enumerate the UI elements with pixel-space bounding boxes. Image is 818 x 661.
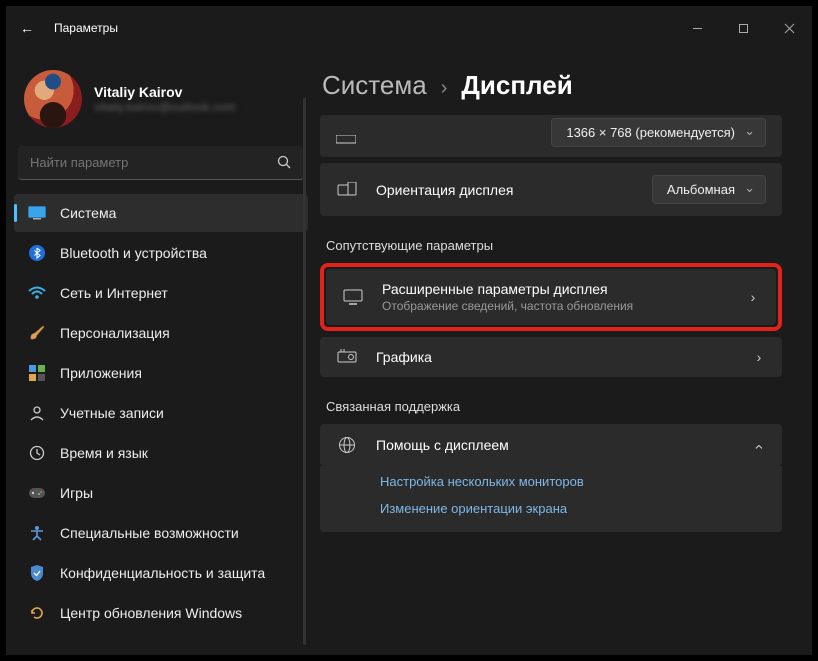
sidebar-item-accounts[interactable]: Учетные записи — [14, 394, 308, 432]
sidebar-item-label: Персонализация — [60, 325, 170, 341]
search-input[interactable] — [30, 155, 277, 170]
clock-icon — [28, 444, 46, 462]
user-profile[interactable]: Vitaliy Kairov vitaliy.kairov@outlook.co… — [14, 60, 308, 146]
close-button[interactable] — [766, 6, 812, 50]
sidebar-item-label: Приложения — [60, 365, 142, 381]
avatar — [24, 70, 82, 128]
section-support: Связанная поддержка — [326, 399, 782, 414]
orientation-card[interactable]: Ориентация дисплея Альбомная — [320, 163, 782, 216]
monitor-icon — [342, 289, 364, 305]
nav-list: Система Bluetooth и устройства Сеть и Ин… — [14, 194, 308, 632]
section-related: Сопутствующие параметры — [326, 238, 782, 253]
sidebar: Vitaliy Kairov vitaliy.kairov@outlook.co… — [6, 50, 316, 655]
chevron-up-icon: › — [750, 440, 768, 454]
person-icon — [28, 404, 46, 422]
search-icon — [277, 155, 292, 170]
breadcrumb-current: Дисплей — [461, 70, 572, 101]
minimize-icon — [692, 23, 703, 34]
sidebar-item-label: Учетные записи — [60, 405, 164, 421]
maximize-button[interactable] — [720, 6, 766, 50]
brush-icon — [28, 324, 46, 342]
sidebar-item-label: Сеть и Интернет — [60, 285, 168, 301]
chevron-right-icon: › — [746, 289, 760, 305]
sidebar-item-label: Система — [60, 205, 116, 221]
sidebar-scrollbar[interactable] — [303, 98, 306, 645]
system-icon — [28, 204, 46, 222]
breadcrumb: Система › Дисплей — [322, 70, 782, 101]
back-button[interactable]: ← — [20, 20, 40, 36]
graphics-card[interactable]: Графика › — [320, 337, 782, 377]
sidebar-item-network[interactable]: Сеть и Интернет — [14, 274, 308, 312]
maximize-icon — [738, 23, 749, 34]
help-display-card[interactable]: Помощь с дисплеем › — [320, 424, 782, 466]
help-link-multimonitor[interactable]: Настройка нескольких мониторов — [380, 474, 770, 489]
sidebar-item-label: Время и язык — [60, 445, 148, 461]
sidebar-item-label: Игры — [60, 485, 93, 501]
orientation-dropdown[interactable]: Альбомная — [652, 175, 766, 204]
sidebar-item-windows-update[interactable]: Центр обновления Windows — [14, 594, 308, 632]
graphics-title: Графика — [376, 349, 734, 365]
resolution-icon — [336, 135, 356, 145]
sidebar-item-label: Центр обновления Windows — [60, 605, 242, 621]
resolution-card[interactable]: 1366 × 768 (рекомендуется) — [320, 115, 782, 157]
graphics-icon — [336, 349, 358, 365]
orientation-label: Ориентация дисплея — [376, 182, 634, 198]
main-content: Система › Дисплей 1366 × 768 (рекомендуе… — [316, 50, 812, 655]
search-box[interactable] — [18, 146, 304, 180]
sidebar-item-label: Конфиденциальность и защита — [60, 565, 265, 581]
update-icon — [28, 604, 46, 622]
sidebar-item-time-language[interactable]: Время и язык — [14, 434, 308, 472]
window-title: Параметры — [54, 21, 118, 35]
sidebar-item-label: Bluetooth и устройства — [60, 245, 207, 261]
user-name: Vitaliy Kairov — [94, 84, 235, 100]
bluetooth-icon — [28, 244, 46, 262]
sidebar-item-privacy[interactable]: Конфиденциальность и защита — [14, 554, 308, 592]
sidebar-item-bluetooth[interactable]: Bluetooth и устройства — [14, 234, 308, 272]
sidebar-item-gaming[interactable]: Игры — [14, 474, 308, 512]
resolution-dropdown[interactable]: 1366 × 768 (рекомендуется) — [551, 118, 766, 147]
apps-icon — [28, 364, 46, 382]
advanced-display-card[interactable]: Расширенные параметры дисплея Отображени… — [326, 269, 776, 325]
advanced-title: Расширенные параметры дисплея — [382, 281, 728, 297]
gamepad-icon — [28, 484, 46, 502]
user-email: vitaliy.kairov@outlook.com — [94, 100, 235, 114]
sidebar-item-personalization[interactable]: Персонализация — [14, 314, 308, 352]
orientation-icon — [336, 182, 358, 198]
minimize-button[interactable] — [674, 6, 720, 50]
advanced-subtitle: Отображение сведений, частота обновления — [382, 299, 728, 313]
help-links: Настройка нескольких мониторов Изменение… — [320, 466, 782, 532]
shield-icon — [28, 564, 46, 582]
highlight-box: Расширенные параметры дисплея Отображени… — [320, 263, 782, 331]
breadcrumb-sep: › — [441, 77, 448, 100]
chevron-right-icon: › — [752, 349, 766, 365]
sidebar-item-accessibility[interactable]: Специальные возможности — [14, 514, 308, 552]
titlebar: ← Параметры — [6, 6, 812, 50]
help-link-orientation[interactable]: Изменение ориентации экрана — [380, 501, 770, 516]
help-title: Помощь с дисплеем — [376, 437, 734, 453]
sidebar-item-system[interactable]: Система — [14, 194, 308, 232]
sidebar-item-apps[interactable]: Приложения — [14, 354, 308, 392]
close-icon — [784, 23, 795, 34]
sidebar-item-label: Специальные возможности — [60, 525, 239, 541]
breadcrumb-parent[interactable]: Система — [322, 70, 427, 101]
wifi-icon — [28, 284, 46, 302]
accessibility-icon — [28, 524, 46, 542]
globe-icon — [336, 436, 358, 454]
